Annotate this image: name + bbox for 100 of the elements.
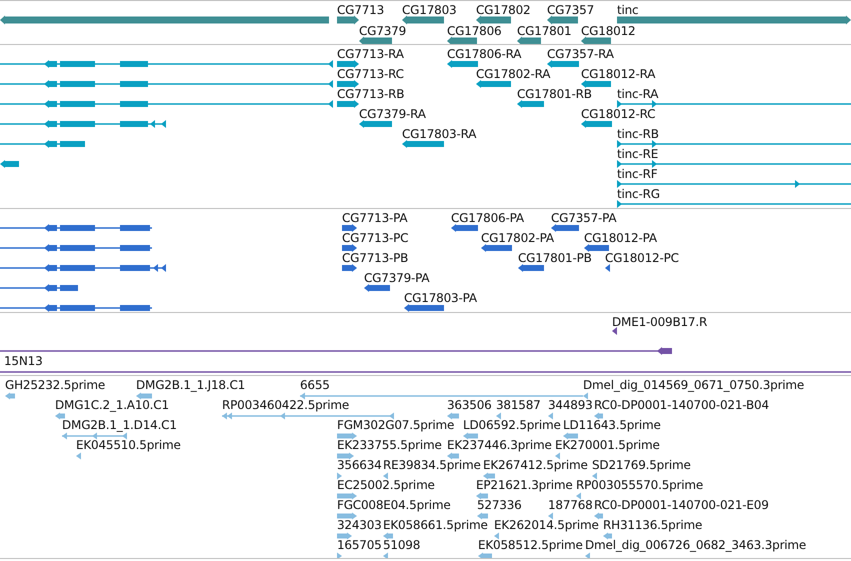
est-glyph[interactable]	[483, 472, 495, 480]
feature-label: Dmel_dig_014569_0671_0750.3prime	[583, 378, 804, 392]
est-glyph[interactable]	[592, 472, 597, 480]
transcript-glyph[interactable]	[0, 160, 19, 168]
transcript-glyph[interactable]	[0, 60, 333, 68]
transcript-glyph[interactable]	[337, 100, 359, 108]
est-glyph[interactable]	[337, 492, 357, 500]
transcript-glyph[interactable]	[581, 120, 612, 128]
protein-glyph[interactable]	[0, 304, 152, 312]
transcript-glyph[interactable]	[337, 60, 359, 68]
est-glyph[interactable]	[594, 512, 603, 520]
transcript-glyph[interactable]	[0, 80, 333, 88]
transcript-glyph[interactable]	[476, 80, 511, 88]
gene-glyph[interactable]	[476, 16, 511, 24]
est-glyph[interactable]	[55, 412, 65, 420]
est-glyph[interactable]	[548, 412, 553, 420]
feature-label: CG7713-RA	[337, 47, 404, 61]
gene-glyph[interactable]	[359, 36, 392, 44]
transcript-glyph[interactable]	[0, 140, 85, 148]
transcript-glyph[interactable]	[581, 80, 611, 88]
feature-label: CG17802-RA	[476, 67, 550, 81]
est-glyph[interactable]	[136, 392, 152, 400]
protein-glyph[interactable]	[518, 264, 544, 272]
est-glyph[interactable]	[563, 432, 578, 440]
feature-label: CG17801-RB	[517, 87, 592, 101]
transcript-glyph[interactable]	[0, 120, 166, 128]
est-glyph[interactable]	[337, 512, 357, 520]
transcript-glyph[interactable]	[359, 120, 392, 128]
transcript-glyph[interactable]	[337, 80, 359, 88]
feature-label: CG18012-RC	[581, 107, 656, 121]
est-glyph[interactable]	[5, 392, 15, 400]
protein-glyph[interactable]	[342, 244, 357, 252]
feature-label: 527336	[477, 498, 522, 512]
est-glyph[interactable]	[583, 392, 588, 400]
gene-glyph[interactable]	[0, 16, 329, 24]
est-glyph[interactable]	[603, 532, 612, 540]
est-glyph[interactable]	[337, 552, 342, 558]
protein-glyph[interactable]	[481, 244, 512, 252]
est-glyph[interactable]	[594, 412, 603, 420]
feature-label: CG18012	[581, 24, 636, 38]
gene-glyph[interactable]	[617, 16, 851, 24]
est-glyph[interactable]	[463, 432, 478, 440]
est-glyph[interactable]	[585, 552, 590, 558]
gene-glyph[interactable]	[337, 16, 359, 24]
feature-label: tinc	[617, 3, 638, 17]
protein-glyph[interactable]	[0, 244, 152, 252]
protein-glyph[interactable]	[584, 244, 609, 252]
gene-glyph[interactable]	[517, 36, 541, 44]
clone-glyph[interactable]	[612, 327, 617, 335]
est-glyph[interactable]	[548, 512, 553, 520]
transcript-glyph[interactable]	[547, 60, 579, 68]
protein-glyph[interactable]	[0, 284, 78, 292]
protein-glyph[interactable]	[605, 264, 610, 272]
est-glyph[interactable]	[447, 412, 459, 420]
transcript-glyph[interactable]	[617, 200, 851, 208]
est-glyph[interactable]	[477, 512, 488, 520]
feature-label: CG7713-PA	[342, 211, 408, 225]
est-glyph[interactable]	[496, 412, 501, 420]
feature-label: RP003460422.5prime	[222, 398, 350, 412]
protein-glyph[interactable]	[551, 224, 579, 232]
est-glyph[interactable]	[222, 412, 394, 420]
est-glyph[interactable]	[555, 452, 560, 460]
protein-glyph[interactable]	[451, 224, 478, 232]
est-glyph[interactable]	[337, 472, 342, 480]
feature-label: EK045510.5prime	[76, 438, 181, 452]
transcript-glyph[interactable]	[0, 100, 333, 108]
gene-glyph[interactable]	[581, 36, 611, 44]
protein-glyph[interactable]	[404, 304, 444, 312]
protein-glyph[interactable]	[342, 264, 357, 272]
transcript-glyph[interactable]	[617, 100, 851, 108]
protein-glyph[interactable]	[0, 224, 152, 232]
est-glyph[interactable]	[576, 492, 581, 500]
transcript-glyph[interactable]	[617, 180, 851, 188]
feature-label: CG7713	[337, 3, 384, 17]
est-glyph[interactable]	[62, 432, 127, 440]
transcript-glyph[interactable]	[402, 140, 444, 148]
est-glyph[interactable]	[337, 532, 352, 540]
est-glyph[interactable]	[494, 532, 499, 540]
est-glyph[interactable]	[447, 452, 459, 460]
transcript-glyph[interactable]	[617, 140, 851, 148]
est-glyph[interactable]	[76, 452, 81, 460]
feature-label: CG17802	[476, 3, 530, 17]
gene-glyph[interactable]	[447, 36, 477, 44]
est-glyph[interactable]	[478, 552, 492, 558]
transcript-glyph[interactable]	[517, 100, 544, 108]
gene-glyph[interactable]	[547, 16, 578, 24]
transcript-glyph[interactable]	[617, 160, 851, 168]
est-glyph[interactable]	[383, 472, 388, 480]
est-glyph[interactable]	[337, 432, 357, 440]
est-glyph[interactable]	[383, 532, 393, 540]
protein-glyph[interactable]	[0, 264, 166, 272]
protein-glyph[interactable]	[364, 284, 390, 292]
protein-glyph[interactable]	[342, 224, 357, 232]
est-glyph[interactable]	[383, 552, 388, 558]
est-glyph[interactable]	[337, 452, 354, 460]
est-glyph[interactable]	[476, 492, 488, 500]
feature-label: 356634	[337, 458, 382, 472]
gene-glyph[interactable]	[402, 16, 444, 24]
clone-glyph[interactable]	[0, 347, 672, 355]
transcript-glyph[interactable]	[447, 60, 478, 68]
